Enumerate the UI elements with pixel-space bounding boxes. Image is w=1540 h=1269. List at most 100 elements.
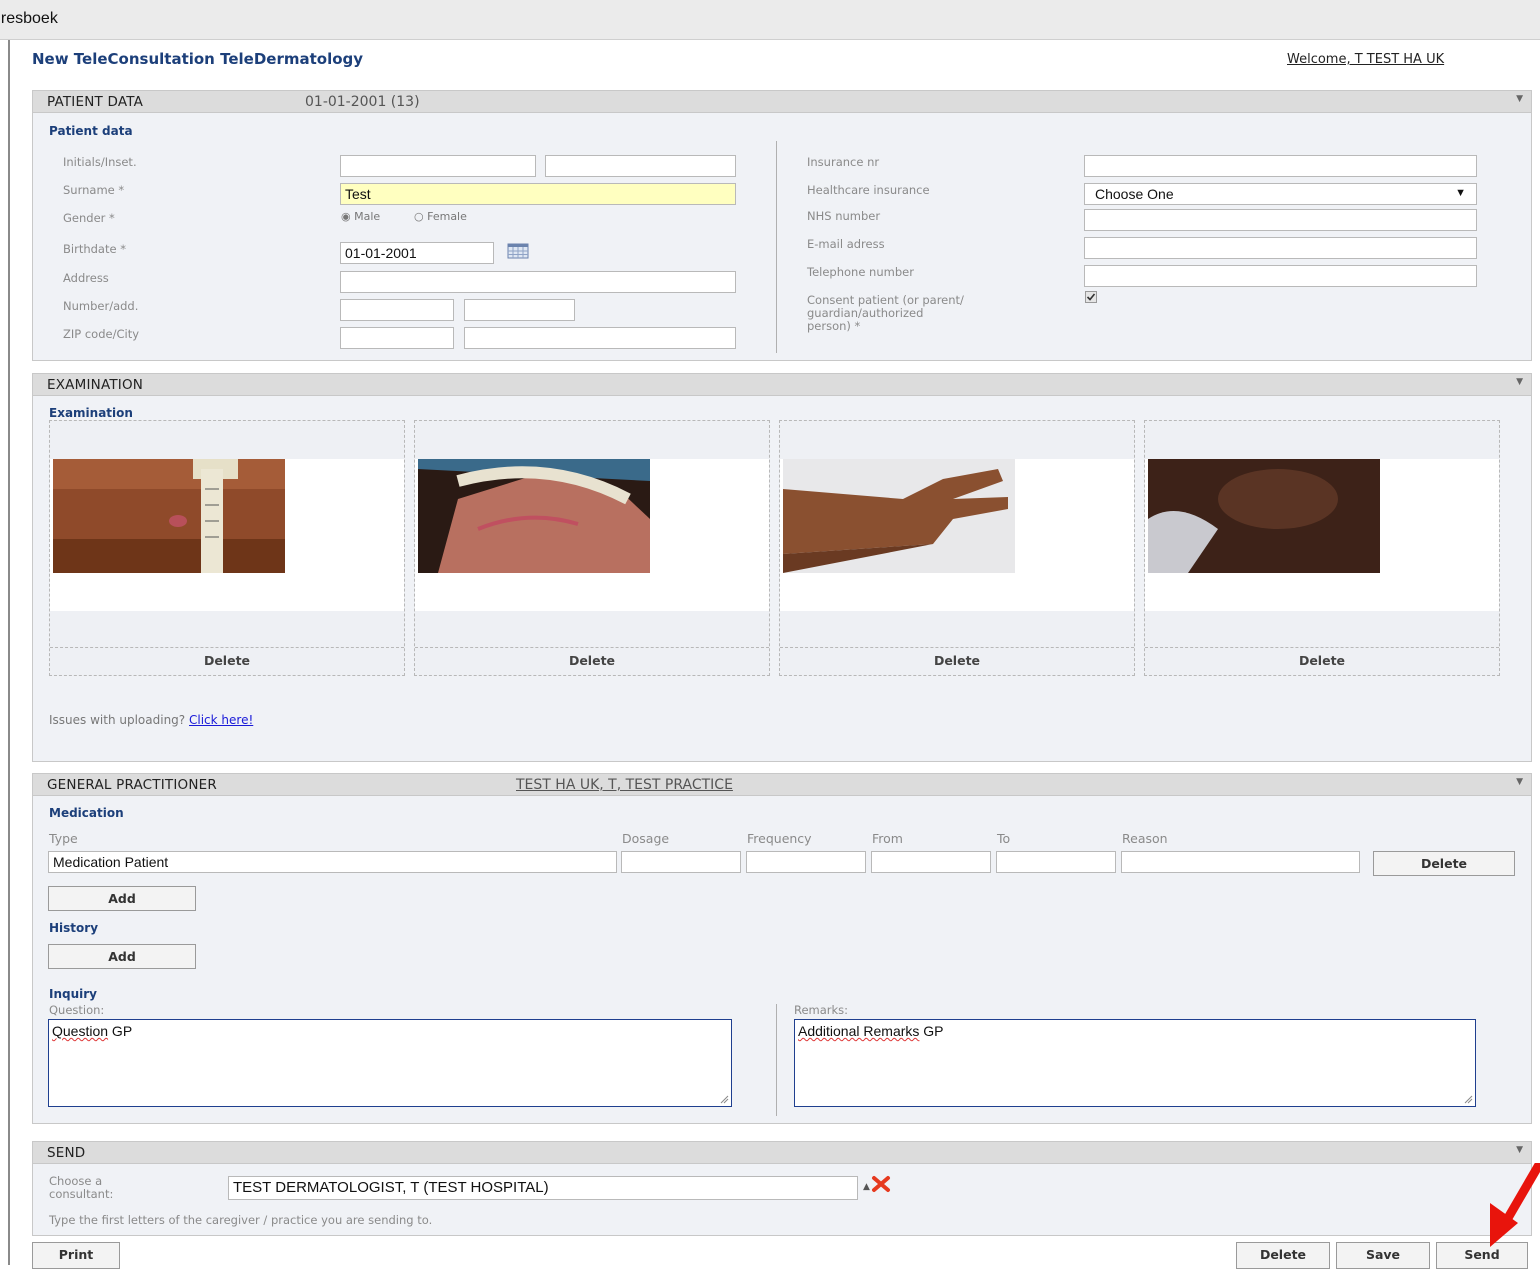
email-label: E-mail adress [807, 237, 885, 251]
patient-data-header[interactable]: PATIENT DATA 01-01-2001 (13) ▼ [33, 91, 1531, 113]
column-type: Type [49, 831, 78, 846]
city-input[interactable] [464, 327, 736, 349]
medication-to-input[interactable] [996, 851, 1116, 873]
radio-unselected-icon: ○ [414, 210, 424, 223]
consultant-label: Choose a consultant: [49, 1175, 113, 1201]
healthcare-label: Healthcare insurance [807, 183, 930, 197]
exam-photo[interactable] [783, 459, 1015, 573]
upload-help-text: Issues with uploading? [49, 713, 186, 727]
exam-image-cell: Delete [1144, 420, 1500, 676]
examination-section: EXAMINATION ▼ Examination Delete Delete [32, 373, 1532, 762]
send-section: SEND ▼ Choose a consultant: TEST DERMATO… [32, 1141, 1532, 1236]
insurance-nr-input[interactable] [1084, 155, 1477, 177]
collapse-arrow-icon[interactable]: ▼ [1516, 94, 1523, 104]
surname-label: Surname * [63, 183, 125, 197]
collapse-arrow-icon[interactable]: ▼ [1516, 777, 1523, 787]
add-history-button[interactable]: Add [48, 944, 196, 969]
exam-photo[interactable] [418, 459, 650, 573]
app-title: dresboek [0, 10, 58, 27]
patient-birthdate-age: 01-01-2001 (13) [305, 94, 420, 110]
medication-type-input[interactable]: Medication Patient [48, 851, 617, 873]
remarks-text: Additional Remarks [798, 1023, 920, 1039]
inquiry-subhead: Inquiry [49, 987, 97, 1001]
birthdate-label: Birthdate * [63, 242, 126, 256]
exam-image-cell: Delete [414, 420, 770, 676]
medication-from-input[interactable] [871, 851, 991, 873]
upload-help: Issues with uploading? Click here! [49, 713, 253, 727]
remarks-text: GP [919, 1023, 944, 1039]
medication-dosage-input[interactable] [621, 851, 741, 873]
examination-subhead: Examination [49, 406, 133, 420]
medication-subhead: Medication [49, 806, 124, 820]
delete-photo-button[interactable]: Delete [1145, 647, 1499, 675]
collapse-arrow-icon[interactable]: ▼ [1516, 377, 1523, 387]
section-title: PATIENT DATA [47, 94, 144, 110]
delete-photo-button[interactable]: Delete [780, 647, 1134, 675]
nhs-input[interactable] [1084, 209, 1477, 231]
left-border [8, 40, 10, 1265]
examination-header[interactable]: EXAMINATION ▼ [33, 374, 1531, 396]
column-reason: Reason [1122, 831, 1168, 846]
house-addition-input[interactable] [464, 299, 575, 321]
collapse-arrow-icon[interactable]: ▼ [1516, 1145, 1523, 1155]
add-medication-button[interactable]: Add [48, 886, 196, 911]
section-title: GENERAL PRACTITIONER [47, 777, 217, 793]
welcome-link[interactable]: Welcome, T TEST HA UK [1287, 52, 1444, 67]
column-to: To [997, 831, 1011, 846]
gender-male-radio[interactable]: ◉ Male [341, 210, 380, 223]
checkbox-checked-icon[interactable] [1085, 291, 1097, 303]
remarks-label: Remarks: [794, 1003, 849, 1017]
delete-medication-button[interactable]: Delete [1373, 851, 1515, 876]
column-from: From [872, 831, 903, 846]
zip-label: ZIP code/City [63, 327, 140, 341]
column-frequency: Frequency [747, 831, 812, 846]
resize-handle-icon[interactable] [1463, 1094, 1473, 1104]
exam-image-cell: Delete [49, 420, 405, 676]
birthdate-input[interactable]: 01-01-2001 [340, 242, 494, 264]
question-textarea[interactable]: Question GP [48, 1019, 732, 1107]
consultant-label-line: consultant: [49, 1187, 114, 1201]
history-subhead: History [49, 921, 99, 935]
delete-photo-button[interactable]: Delete [50, 647, 404, 675]
healthcare-select[interactable]: Choose One ▼ [1084, 183, 1477, 205]
column-divider [776, 141, 777, 353]
exam-photo[interactable] [53, 459, 285, 573]
question-text: Question [52, 1023, 109, 1039]
initials-input[interactable] [340, 155, 536, 177]
gp-header[interactable]: GENERAL PRACTITIONER TEST HA UK, T, TEST… [33, 774, 1531, 796]
house-number-input[interactable] [340, 299, 454, 321]
address-input[interactable] [340, 271, 736, 293]
address-label: Address [63, 271, 109, 285]
medication-reason-input[interactable] [1121, 851, 1360, 873]
calendar-icon[interactable] [507, 243, 529, 259]
medication-frequency-input[interactable] [746, 851, 866, 873]
gender-female-radio[interactable]: ○ Female [414, 210, 467, 223]
gender-male-label: Male [354, 210, 381, 223]
nhs-label: NHS number [807, 209, 881, 223]
consultant-input[interactable]: TEST DERMATOLOGIST, T (TEST HOSPITAL) [228, 1176, 858, 1200]
gender-label: Gender * [63, 211, 115, 225]
app-titlebar [0, 0, 1540, 40]
send-header[interactable]: SEND ▼ [33, 1142, 1531, 1164]
patient-data-subhead: Patient data [49, 124, 133, 138]
question-label: Question: [49, 1003, 105, 1017]
expand-up-icon[interactable]: ▲ [863, 1182, 870, 1192]
consultant-hint: Type the first letters of the caregiver … [49, 1213, 433, 1227]
telephone-input[interactable] [1084, 265, 1477, 287]
resize-handle-icon[interactable] [719, 1094, 729, 1104]
upload-help-link[interactable]: Click here! [189, 713, 253, 727]
healthcare-value: Choose One [1095, 186, 1174, 202]
gp-practice-link[interactable]: TEST HA UK, T, TEST PRACTICE [516, 777, 733, 793]
email-input[interactable] [1084, 237, 1477, 259]
surname-input[interactable]: Test [340, 183, 736, 205]
radio-selected-icon: ◉ [341, 210, 351, 223]
clear-x-icon[interactable] [871, 1175, 891, 1193]
delete-photo-button[interactable]: Delete [415, 647, 769, 675]
dropdown-arrow-icon: ▼ [1455, 187, 1466, 199]
gender-female-label: Female [427, 210, 467, 223]
column-dosage: Dosage [622, 831, 670, 846]
zip-input[interactable] [340, 327, 454, 349]
exam-photo[interactable] [1148, 459, 1380, 573]
insertion-input[interactable] [545, 155, 736, 177]
remarks-textarea[interactable]: Additional Remarks GP [794, 1019, 1476, 1107]
